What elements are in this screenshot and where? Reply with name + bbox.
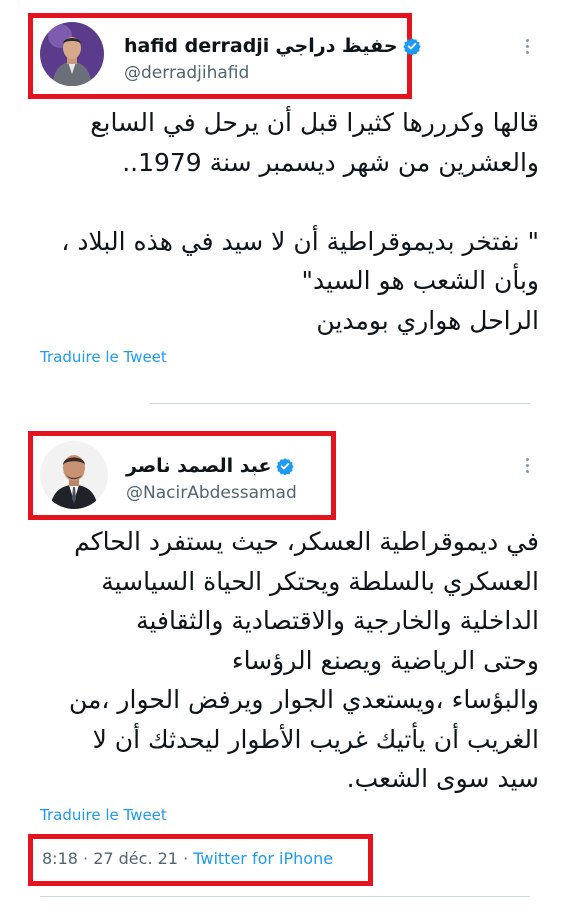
translate-tweet-link[interactable]: Traduire le Tweet (40, 348, 167, 366)
author-handle[interactable]: @derradjihafid (124, 63, 249, 83)
tweet-divider (150, 403, 530, 404)
avatar-hafid-derradji[interactable] (40, 22, 104, 86)
tweet-text: قالها وكرررها كثيرا قبل أن يرحل في الساب… (19, 103, 539, 340)
separator-dot: · (183, 849, 194, 868)
separator-dot: · (83, 849, 94, 868)
verified-badge-icon (402, 37, 421, 56)
tweet-text-line: العسكري بالسلطة ويحتكر الحياة السياسية (101, 566, 539, 596)
tweet-text-line: والبؤساء ،ويستعدي الجوار ويرفض الحوار ،م… (68, 685, 539, 714)
display-name[interactable]: عبد الصمد ناصر (126, 455, 271, 477)
tweet-text-line: قالها وكرررها كثيرا قبل أن يرحل في الساب… (90, 108, 539, 137)
tweet-source-link[interactable]: Twitter for iPhone (193, 849, 333, 868)
tweet-text-line: الداخلية والخارجية والاقتصادية والثقافية (136, 606, 539, 635)
author-name-row-1[interactable]: hafid derradji حفيظ دراجي (124, 33, 426, 59)
tweet-text-line: وحتى الرياضية ويصنع الرؤساء (231, 645, 539, 675)
tweet-text-line: " نفتخر بديموقراطية أن لا سيد في هذه الب… (61, 226, 539, 256)
tweet-metadata: 8:18 · 27 déc. 21 · Twitter for iPhone (42, 849, 333, 868)
tweet-text-line: الغريب أن يأتيك غريب الأطوار ليحدثك أن ل… (92, 724, 539, 754)
display-name[interactable]: hafid derradji (124, 35, 269, 57)
tweet-divider (40, 896, 530, 897)
tweet-text-line: وبأن الشعب هو السيد" (301, 266, 539, 295)
tweet-text-line: سيد سوى الشعب. (346, 764, 539, 793)
tweet-text-line: الراحل هواري بومدين (316, 305, 539, 335)
tweet-time[interactable]: 8:18 (42, 849, 78, 868)
author-handle[interactable]: @NacirAbdessamad (126, 483, 297, 503)
tweet-text: في ديموقراطية العسكر، حيث يستفرد الحاكم … (19, 522, 539, 799)
tweet-date[interactable]: 27 déc. 21 (93, 849, 178, 868)
tweet-text-line: والعشرين من شهر ديسمبر سنة 1979.. (122, 147, 539, 177)
avatar-nacir-abdessamad[interactable] (40, 441, 108, 509)
more-options-icon[interactable] (526, 36, 530, 57)
verified-badge-icon (276, 457, 295, 476)
tweet-text-line: في ديموقراطية العسكر، حيث يستفرد الحاكم (74, 527, 539, 556)
author-name-row-2[interactable]: عبد الصمد ناصر (126, 453, 299, 479)
tweet-text-line (19, 182, 539, 222)
more-options-icon[interactable] (526, 455, 530, 476)
translate-tweet-link[interactable]: Traduire le Tweet (40, 806, 167, 824)
display-name-arabic[interactable]: حفيظ دراجي (275, 35, 397, 57)
